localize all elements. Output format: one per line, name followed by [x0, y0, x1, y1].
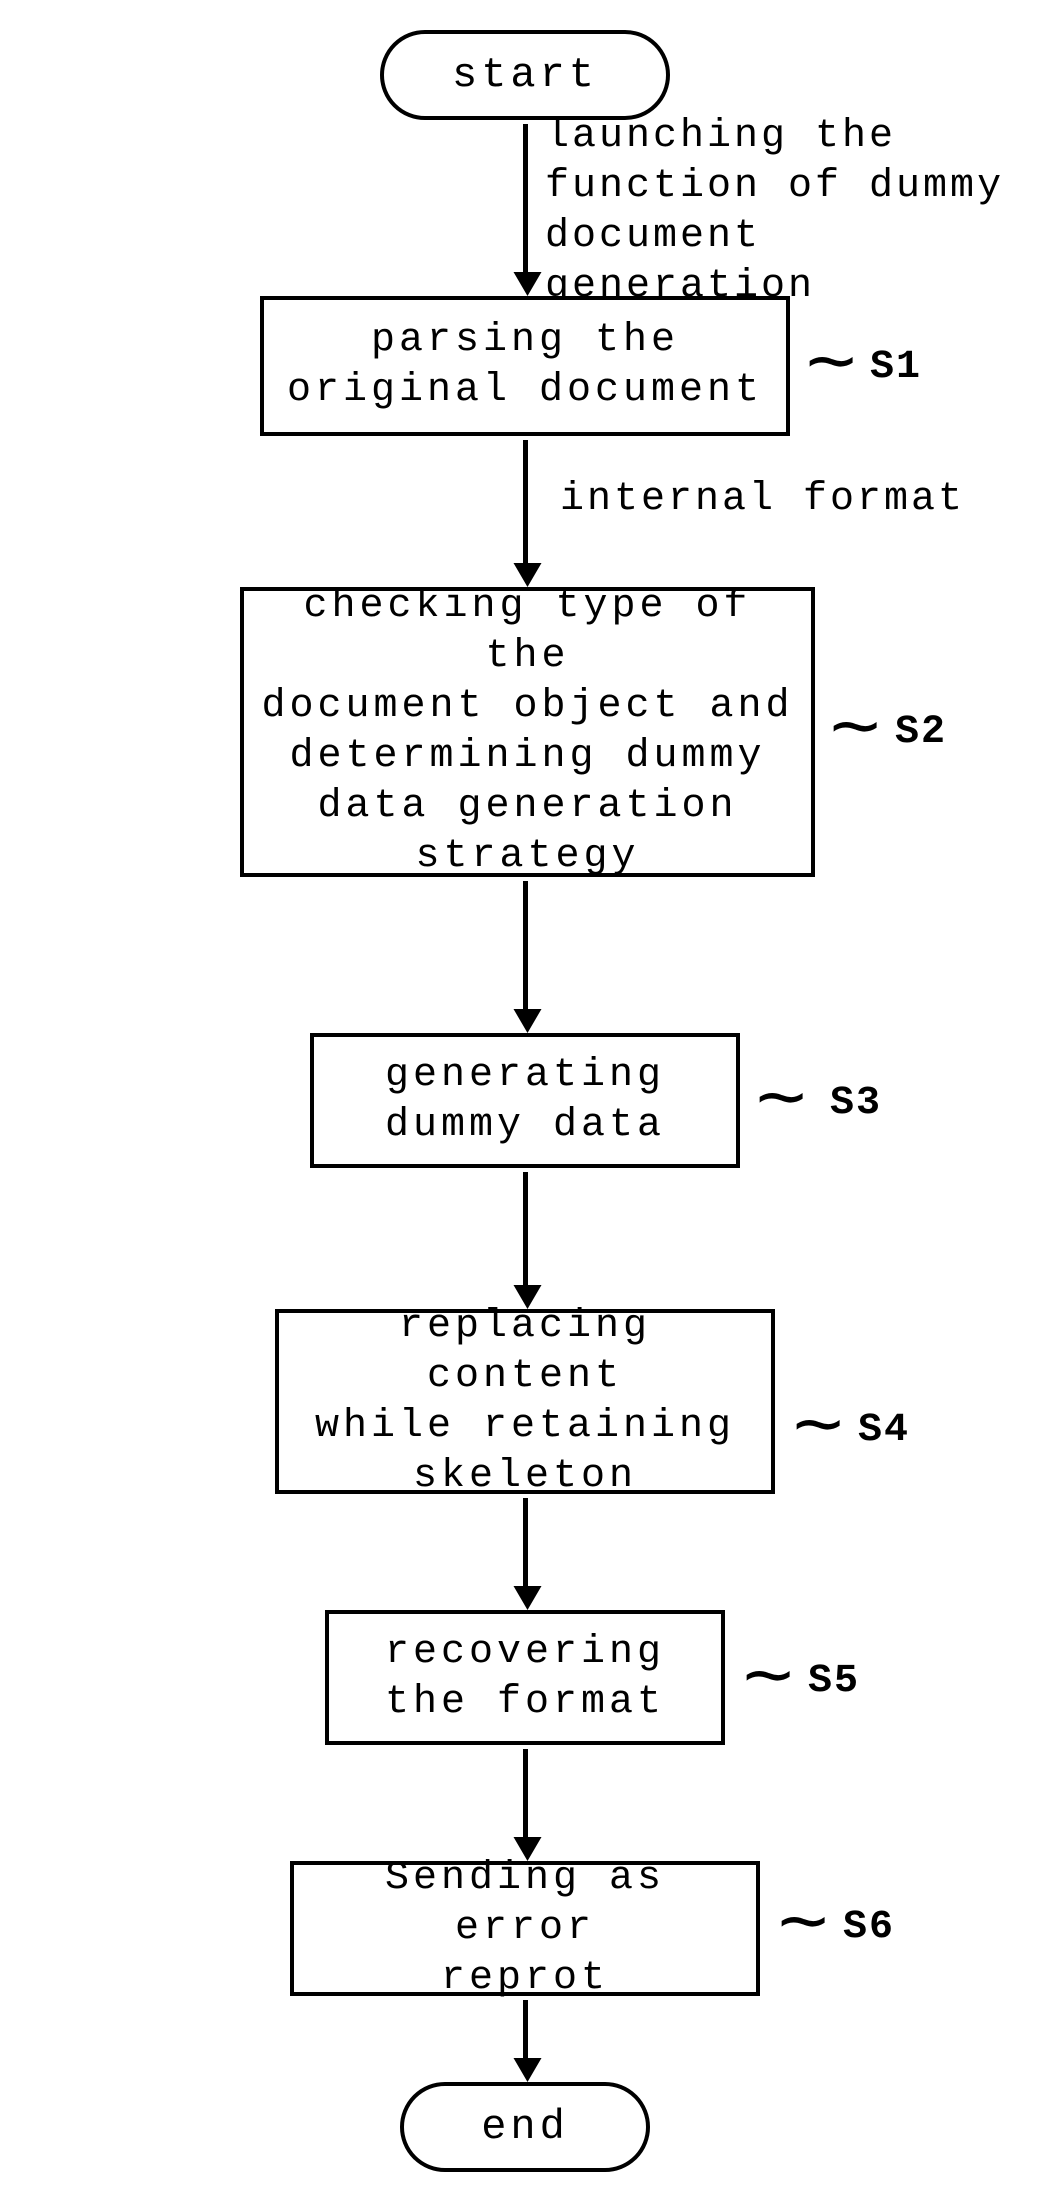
arrow-head-start-s1 [514, 272, 542, 296]
arrow-start-s1 [523, 124, 528, 274]
arrow-s5-s6 [523, 1749, 528, 1839]
process-s6: Sending as error reprot [290, 1861, 760, 1996]
process-s4: replacing content while retaining skelet… [275, 1309, 775, 1494]
flow-label-launch: launching the function of dummy document… [545, 112, 1055, 312]
tilde-s2: ∼ [830, 697, 880, 765]
arrow-s2-s3 [523, 881, 528, 1011]
flow-label-internal: internal format [560, 475, 1040, 525]
process-s2: checking type of the document object and… [240, 587, 815, 877]
process-s1: parsing the original document [260, 296, 790, 436]
tilde-s4: ∼ [793, 1395, 843, 1463]
arrow-head-s2-s3 [514, 1009, 542, 1033]
process-s5: recovering the format [325, 1610, 725, 1745]
arrow-head-s4-s5 [514, 1586, 542, 1610]
step-label-s5: S5 [808, 1659, 860, 1704]
terminator-start: start [380, 30, 670, 120]
process-s3: generating dummy data [310, 1033, 740, 1168]
terminator-end: end [400, 2082, 650, 2172]
arrow-s6-end [523, 2000, 528, 2060]
step-label-s4: S4 [858, 1408, 910, 1453]
step-label-s2: S2 [895, 710, 947, 755]
step-label-s6: S6 [843, 1905, 895, 1950]
tilde-s5: ∼ [743, 1646, 793, 1714]
step-label-s1: S1 [870, 345, 922, 390]
arrow-s4-s5 [523, 1498, 528, 1588]
tilde-s6: ∼ [778, 1892, 828, 1960]
arrow-head-s6-end [514, 2058, 542, 2082]
step-label-s3: S3 [830, 1081, 882, 1126]
tilde-s3: ∼ [756, 1068, 806, 1136]
tilde-s1: ∼ [806, 332, 856, 400]
arrow-s3-s4 [523, 1172, 528, 1287]
arrow-s1-s2 [523, 440, 528, 565]
